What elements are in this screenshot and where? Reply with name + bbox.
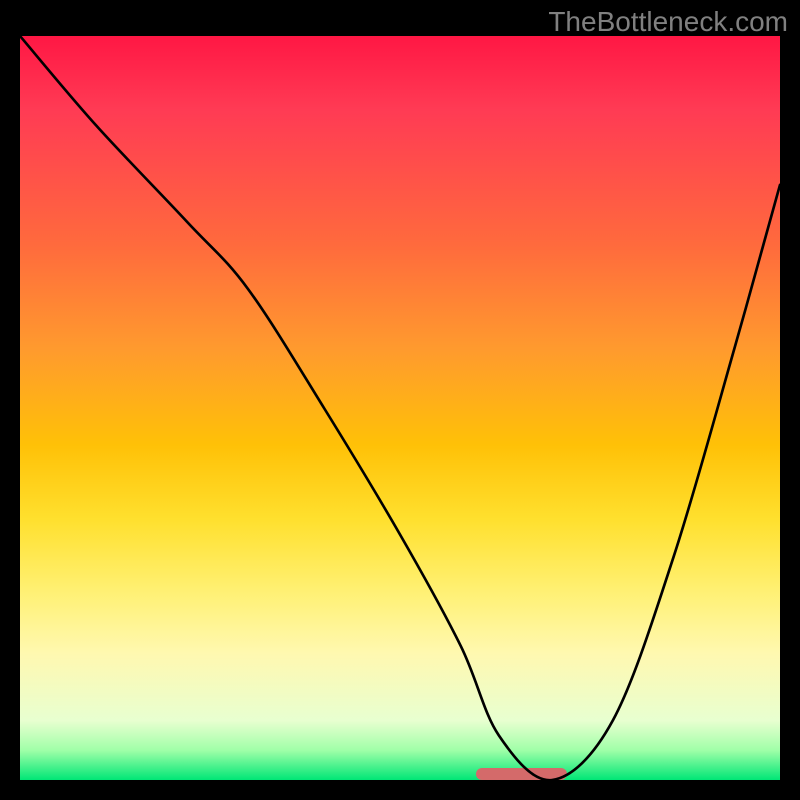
- chart-area: [20, 36, 780, 780]
- chart-svg: [20, 36, 780, 780]
- bottleneck-curve-line: [20, 36, 780, 780]
- watermark-text: TheBottleneck.com: [548, 6, 788, 38]
